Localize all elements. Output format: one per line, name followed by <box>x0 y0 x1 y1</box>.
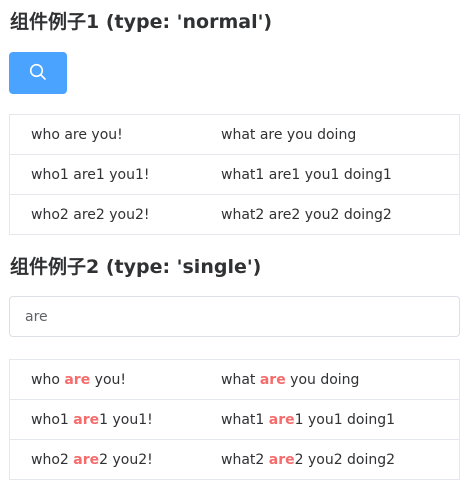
table-cell: who are you! <box>31 126 123 143</box>
table-cell: what1 are1 you1 doing1 <box>221 411 396 428</box>
highlight-match: are <box>73 451 100 468</box>
table-cell: what2 are2 you2 doing2 <box>221 206 392 223</box>
page: 组件例子1 (type: 'normal') who are you! what… <box>0 0 472 496</box>
search-button[interactable] <box>9 52 67 94</box>
highlight-match: are <box>64 371 91 388</box>
table-cell: what1 are1 you1 doing1 <box>221 166 392 183</box>
highlight-match: are <box>73 411 100 428</box>
table-cell: who2 are2 you2! <box>31 451 153 468</box>
section1-title: 组件例子1 (type: 'normal') <box>10 11 273 33</box>
table-cell: what are you doing <box>221 126 357 143</box>
search-field[interactable] <box>9 296 460 337</box>
table-cell: who1 are1 you1! <box>31 411 153 428</box>
table-cell: who are you! <box>31 371 126 388</box>
search-icon <box>29 63 47 84</box>
highlight-match: are <box>259 371 286 388</box>
table-row: who2 are2 you2! what2 are2 you2 doing2 <box>10 195 459 235</box>
normal-results-table: who are you! what are you doing who1 are… <box>9 114 460 235</box>
table-cell: who2 are2 you2! <box>31 206 150 223</box>
highlight-match: are <box>268 411 295 428</box>
table-cell: who1 are1 you1! <box>31 166 150 183</box>
table-row: who are you! what are you doing <box>10 360 459 400</box>
table-row: who1 are1 you1! what1 are1 you1 doing1 <box>10 400 459 440</box>
table-cell: what are you doing <box>221 371 360 388</box>
single-results-table: who are you! what are you doing who1 are… <box>9 359 460 480</box>
highlight-match: are <box>268 451 295 468</box>
table-cell: what2 are2 you2 doing2 <box>221 451 396 468</box>
table-row: who1 are1 you1! what1 are1 you1 doing1 <box>10 155 459 195</box>
table-row: who2 are2 you2! what2 are2 you2 doing2 <box>10 440 459 480</box>
table-row: who are you! what are you doing <box>10 115 459 155</box>
section2-title: 组件例子2 (type: 'single') <box>10 256 262 278</box>
search-input[interactable] <box>10 297 459 336</box>
